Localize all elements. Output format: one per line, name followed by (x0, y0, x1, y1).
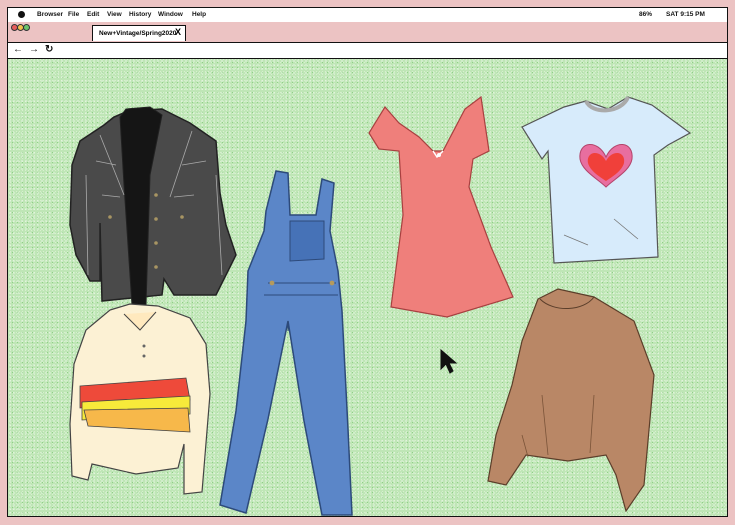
reload-icon[interactable]: ↻ (45, 44, 53, 55)
menu-item-window[interactable]: Window (158, 11, 183, 18)
page-content (8, 59, 727, 516)
striped-sweater[interactable] (66, 303, 216, 504)
menu-item-history[interactable]: History (129, 11, 151, 18)
forward-arrow-icon[interactable]: → (29, 44, 39, 55)
nav-bar: ← → ↻ (8, 43, 727, 59)
mouse-cursor-icon (440, 349, 458, 374)
back-arrow-icon[interactable]: ← (13, 44, 23, 55)
brown-sweater[interactable] (478, 285, 658, 515)
tab-active[interactable]: New+Vintage/Spring2020 X (92, 25, 186, 41)
battery-status: 86% (639, 11, 653, 18)
close-tab-icon[interactable]: X (175, 27, 181, 37)
browser-window: Browser File Edit View History Window He… (7, 7, 728, 517)
tab-bar: New+Vintage/Spring2020 X (8, 22, 727, 43)
menu-item-view[interactable]: View (107, 11, 122, 18)
heart-tshirt[interactable] (518, 95, 698, 270)
menu-item-help[interactable]: Help (192, 11, 206, 18)
pink-dress[interactable] (363, 95, 518, 318)
clock: SAT 9:15 PM (666, 11, 705, 18)
menu-item-edit[interactable]: Edit (87, 11, 99, 18)
menu-item-browser[interactable]: Browser (37, 11, 63, 18)
denim-jacket[interactable] (66, 105, 237, 306)
zoom-window-icon[interactable] (23, 24, 30, 31)
apple-icon[interactable] (18, 11, 25, 18)
menu-item-file[interactable]: File (68, 11, 79, 18)
tab-title: New+Vintage/Spring2020 (99, 30, 177, 37)
menu-bar: Browser File Edit View History Window He… (8, 8, 727, 23)
blue-overalls[interactable] (218, 170, 358, 516)
